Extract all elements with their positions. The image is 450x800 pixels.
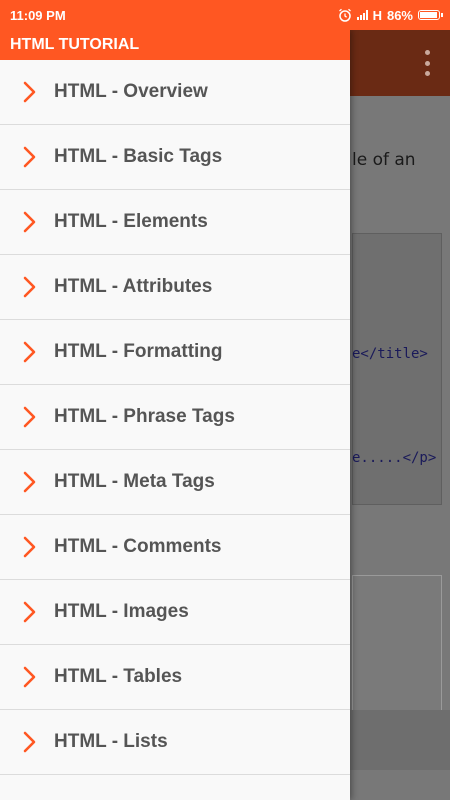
chevron-right-icon	[0, 341, 54, 363]
status-icons: H 86%	[338, 7, 443, 23]
chevron-right-icon	[0, 731, 54, 753]
drawer-item[interactable]: HTML - Tables	[0, 645, 350, 710]
drawer-item[interactable]: HTML - Meta Tags	[0, 450, 350, 515]
drawer-item-label: HTML - Phrase Tags	[54, 406, 235, 427]
drawer-item-label: HTML - Images	[54, 601, 189, 622]
chevron-right-icon	[0, 601, 54, 623]
drawer-item[interactable]: HTML - Elements	[0, 190, 350, 255]
chevron-right-icon	[0, 146, 54, 168]
bottom-bar	[350, 710, 450, 770]
drawer-item[interactable]: HTML - Images	[0, 580, 350, 645]
drawer-item-label: HTML - Overview	[54, 81, 208, 102]
chevron-right-icon	[0, 666, 54, 688]
drawer-item-label: HTML - Comments	[54, 536, 222, 557]
drawer-item-label: HTML - Meta Tags	[54, 471, 215, 492]
chevron-right-icon	[0, 81, 54, 103]
battery-percent: 86%	[386, 7, 413, 23]
code-line: e.....</p>	[352, 450, 437, 466]
chevron-right-icon	[0, 471, 54, 493]
signal-icon	[356, 10, 368, 20]
network-type: H	[372, 7, 382, 23]
drawer-menu-list: HTML - Overview HTML - Basic Tags HTML - E…	[0, 60, 350, 775]
chevron-right-icon	[0, 406, 54, 428]
drawer-title: HTML TUTORIAL	[0, 30, 350, 60]
drawer-item[interactable]: HTML - Overview	[0, 60, 350, 125]
status-bar: 11:09 PM H 86%	[0, 0, 450, 30]
battery-icon	[418, 10, 443, 20]
drawer-item-label: HTML - Tables	[54, 666, 183, 687]
drawer-item[interactable]: HTML - Formatting	[0, 320, 350, 385]
drawer-item-label: HTML - Basic Tags	[54, 146, 223, 167]
drawer-item-label: HTML - Attributes	[54, 276, 213, 297]
chevron-right-icon	[0, 536, 54, 558]
battery-level-fill	[420, 12, 438, 18]
code-line: e</title>	[352, 346, 428, 362]
overflow-menu-icon[interactable]	[424, 50, 430, 76]
chevron-right-icon	[0, 276, 54, 298]
navigation-drawer: HTML TUTORIAL HTML - Overview HTML - Basi…	[0, 30, 350, 800]
drawer-item[interactable]: HTML - Lists	[0, 710, 350, 775]
drawer-item[interactable]: HTML - Phrase Tags	[0, 385, 350, 450]
content-text-fragment: le of an	[352, 150, 416, 170]
drawer-item-label: HTML - Elements	[54, 211, 208, 232]
chevron-right-icon	[0, 211, 54, 233]
drawer-item[interactable]: HTML - Attributes	[0, 255, 350, 320]
drawer-item[interactable]: HTML - Comments	[0, 515, 350, 580]
drawer-item-label: HTML - Formatting	[54, 341, 223, 362]
alarm-icon	[338, 8, 351, 22]
drawer-item-label: HTML - Lists	[54, 731, 168, 752]
status-time: 11:09 PM	[10, 7, 66, 23]
drawer-item[interactable]: HTML - Basic Tags	[0, 125, 350, 190]
